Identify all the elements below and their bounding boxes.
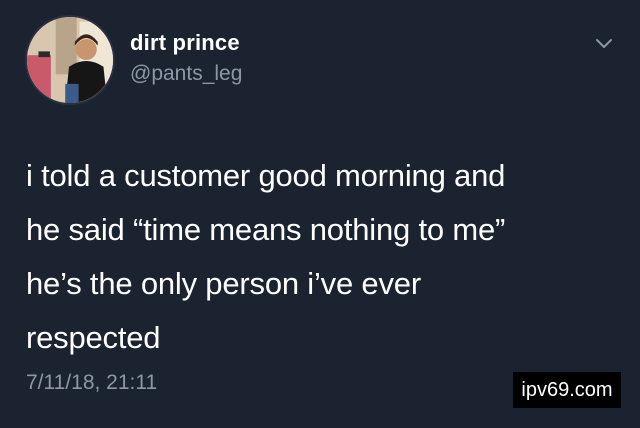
tweet-text-line: he’s the only person i’ve ever [26, 266, 421, 301]
tweet-text-line: respected [26, 320, 161, 355]
watermark: ipv69.com [513, 372, 621, 408]
tweet-text-line: he said “time means nothing to me” [26, 212, 506, 247]
tweet-text-line: i told a customer good morning and [26, 158, 506, 193]
avatar[interactable] [25, 15, 115, 105]
user-handle[interactable]: @pants_leg [130, 62, 242, 86]
tweet-card: dirt prince @pants_leg i told a customer… [0, 0, 640, 428]
chevron-down-icon[interactable] [594, 36, 614, 52]
avatar-photo [27, 17, 113, 103]
display-name[interactable]: dirt prince [130, 30, 240, 56]
tweet-text: i told a customer good morning and he sa… [26, 149, 616, 365]
tweet-timestamp[interactable]: 7/11/18, 21:11 [26, 371, 157, 395]
